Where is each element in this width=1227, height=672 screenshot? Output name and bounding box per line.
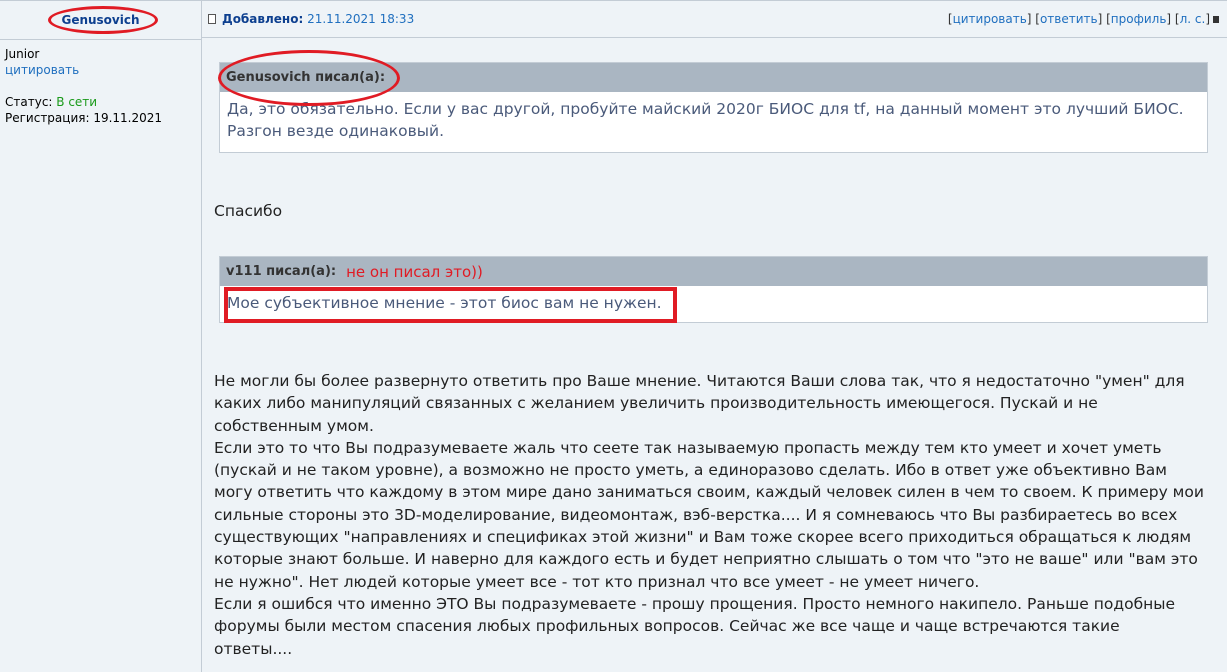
square-icon xyxy=(1213,16,1219,23)
red-ellipse-annotation xyxy=(218,50,400,106)
red-ellipse-annotation xyxy=(48,6,158,34)
status-label: Статус: xyxy=(5,95,57,109)
post-icon xyxy=(208,14,216,24)
post-header: Добавлено: 21.11.2021 18:33 [цитировать]… xyxy=(202,0,1227,38)
author-status: Статус: В сети xyxy=(5,94,196,110)
author-quote-link[interactable]: цитировать xyxy=(5,63,79,77)
quote-1-text: Да, это обязательно. Если у вас другой, … xyxy=(227,100,1184,140)
author-registration: Регистрация: 19.11.2021 xyxy=(5,111,163,125)
post-actions: [цитировать] [ответить] [профиль] [л. с.… xyxy=(948,12,1219,26)
post-main-text: Не могли бы более развернуто ответить пр… xyxy=(214,372,1204,658)
red-rect-annotation xyxy=(224,287,677,323)
red-annotation-note: не он писал это)) xyxy=(346,262,483,281)
author-name-cell: Genusovich xyxy=(0,1,201,40)
author-column: Genusovich Junior цитировать Статус: В с… xyxy=(0,0,202,672)
status-online: В сети xyxy=(56,95,98,109)
pm-action-link[interactable]: л. с. xyxy=(1180,12,1206,26)
quote-2-author: v111 писал(а): xyxy=(226,264,337,279)
added-date: 21.11.2021 18:33 xyxy=(307,12,415,26)
quote-2-header: v111 писал(а): не он писал это)) xyxy=(220,257,1207,286)
author-rank: Junior xyxy=(5,47,40,61)
author-info: Junior цитировать Статус: В сети Регистр… xyxy=(0,40,201,132)
added-label: Добавлено: xyxy=(222,12,304,26)
post-body: Genusovich писал(а): Да, это обязательно… xyxy=(202,38,1227,672)
quote-action-link[interactable]: цитировать xyxy=(953,12,1027,26)
post-meta: Добавлено: 21.11.2021 18:33 xyxy=(222,12,414,26)
reply-action-link[interactable]: ответить xyxy=(1040,12,1098,26)
profile-action-link[interactable]: профиль xyxy=(1111,12,1167,26)
thanks-text: Спасибо xyxy=(214,202,283,220)
